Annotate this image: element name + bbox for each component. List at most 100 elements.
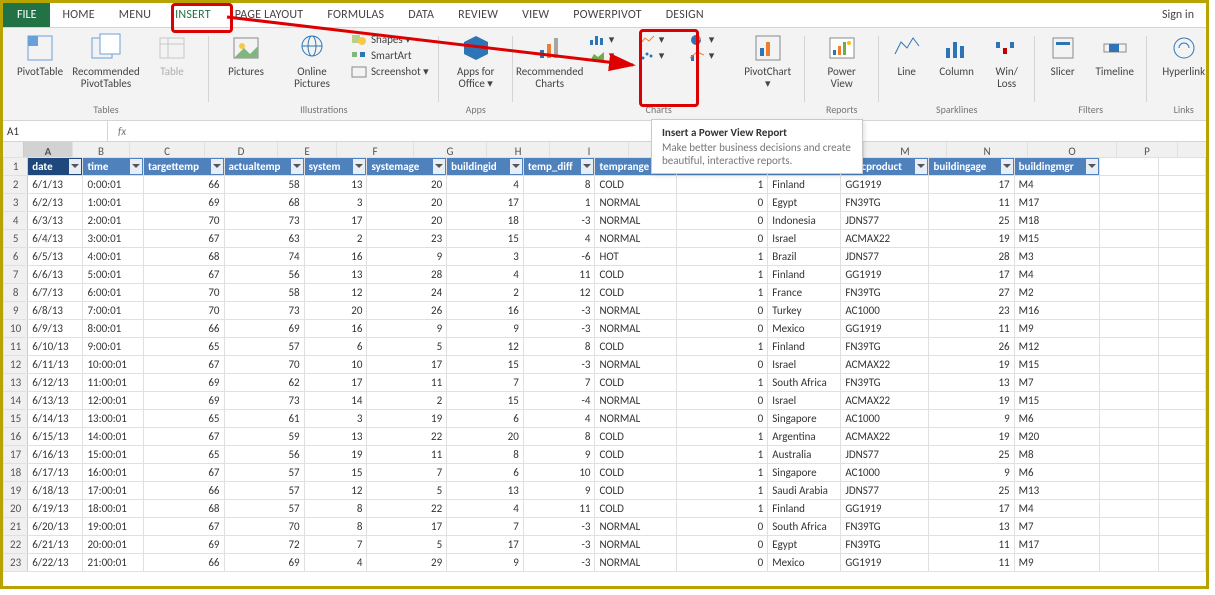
cell[interactable]: 16:00:01 xyxy=(83,464,144,482)
cell[interactable]: 15 xyxy=(447,392,524,410)
cell[interactable]: 17:00:01 xyxy=(83,482,144,500)
cell[interactable]: 8 xyxy=(523,338,595,356)
cell[interactable]: 25 xyxy=(929,446,1014,464)
cell[interactable]: 68 xyxy=(224,194,304,212)
cell[interactable]: -3 xyxy=(523,518,595,536)
cell[interactable]: 8:00:01 xyxy=(83,320,144,338)
cell[interactable]: 9:00:01 xyxy=(83,338,144,356)
cell[interactable]: 5 xyxy=(367,536,447,554)
row-number[interactable]: 1 xyxy=(4,158,28,176)
cell[interactable]: -3 xyxy=(523,302,595,320)
chart-line-button[interactable]: ▾ xyxy=(635,32,683,47)
cell[interactable]: COLD xyxy=(595,446,677,464)
cell[interactable]: 15 xyxy=(304,464,367,482)
cell[interactable]: 20 xyxy=(367,194,447,212)
fx-label[interactable]: fx xyxy=(108,125,136,138)
cell[interactable]: 66 xyxy=(144,554,225,572)
cell[interactable]: 0:00:01 xyxy=(83,176,144,194)
cell[interactable]: 0 xyxy=(677,554,768,572)
shapes-button[interactable]: Shapes ▾ xyxy=(347,32,433,47)
screenshot-button[interactable]: Screenshot ▾ xyxy=(347,64,433,79)
cell[interactable]: M8 xyxy=(1014,446,1099,464)
filter-dropdown[interactable] xyxy=(1086,159,1098,174)
cell[interactable]: 61 xyxy=(224,410,304,428)
cell[interactable]: 0 xyxy=(677,230,768,248)
cell[interactable]: M3 xyxy=(1014,248,1099,266)
cell[interactable]: 6/21/13 xyxy=(28,536,83,554)
cell[interactable]: 5 xyxy=(367,482,447,500)
cell[interactable]: 26 xyxy=(929,338,1014,356)
cell[interactable]: 14 xyxy=(304,392,367,410)
filter-dropdown[interactable] xyxy=(581,159,593,174)
filter-dropdown[interactable] xyxy=(69,159,81,174)
cell[interactable]: 1 xyxy=(677,248,768,266)
cell[interactable]: 74 xyxy=(224,248,304,266)
tab-home[interactable]: HOME xyxy=(50,3,106,27)
cell[interactable]: -3 xyxy=(523,536,595,554)
cell[interactable]: 1 xyxy=(677,482,768,500)
cell[interactable]: 70 xyxy=(224,356,304,374)
cell[interactable]: 11 xyxy=(929,320,1014,338)
cell[interactable]: 22 xyxy=(367,428,447,446)
cell[interactable]: 6 xyxy=(447,410,524,428)
cell[interactable]: 6/20/13 xyxy=(28,518,83,536)
cell[interactable]: 20:00:01 xyxy=(83,536,144,554)
cell[interactable]: 25 xyxy=(929,212,1014,230)
cell[interactable]: 62 xyxy=(224,374,304,392)
cell[interactable]: 59 xyxy=(224,428,304,446)
filter-dropdown[interactable] xyxy=(510,159,522,174)
cell[interactable]: 13 xyxy=(304,428,367,446)
cell[interactable]: 17 xyxy=(447,536,524,554)
cell[interactable]: COLD xyxy=(595,374,677,392)
row-number[interactable]: 23 xyxy=(4,554,28,572)
cell[interactable]: 15 xyxy=(447,230,524,248)
row-number[interactable]: 5 xyxy=(4,230,28,248)
table-header-temp_diff[interactable]: temp_diff xyxy=(523,158,595,176)
pivottable-button[interactable]: PivotTable xyxy=(9,30,71,78)
cell[interactable]: JDNS77 xyxy=(841,446,929,464)
cell[interactable]: 9 xyxy=(367,248,447,266)
cell[interactable]: FN39TG xyxy=(841,518,929,536)
cell[interactable]: 14:00:01 xyxy=(83,428,144,446)
cell[interactable]: 20 xyxy=(367,176,447,194)
cell[interactable]: 28 xyxy=(367,266,447,284)
cell[interactable]: 6/19/13 xyxy=(28,500,83,518)
cell[interactable]: 27 xyxy=(929,284,1014,302)
cell[interactable]: 68 xyxy=(144,500,225,518)
cell[interactable]: Saudi Arabia xyxy=(768,482,841,500)
worksheet-table[interactable]: 1datetimetargettempactualtempsystemsyste… xyxy=(3,157,1206,572)
cell[interactable]: 6:00:01 xyxy=(83,284,144,302)
cell[interactable]: M18 xyxy=(1014,212,1099,230)
cell[interactable]: M15 xyxy=(1014,356,1099,374)
cell[interactable]: 18 xyxy=(447,212,524,230)
cell[interactable]: JDNS77 xyxy=(841,212,929,230)
cell[interactable]: 19 xyxy=(929,230,1014,248)
cell[interactable]: 6/18/13 xyxy=(28,482,83,500)
cell[interactable]: 6/12/13 xyxy=(28,374,83,392)
cell[interactable]: NORMAL xyxy=(595,194,677,212)
cell[interactable]: JDNS77 xyxy=(841,248,929,266)
cell[interactable]: 7:00:01 xyxy=(83,302,144,320)
row-number[interactable]: 13 xyxy=(4,374,28,392)
cell[interactable]: 1 xyxy=(677,266,768,284)
cell[interactable]: 19 xyxy=(367,410,447,428)
cell[interactable]: 6/3/13 xyxy=(28,212,83,230)
cell[interactable]: 19 xyxy=(304,446,367,464)
cell[interactable]: 17 xyxy=(929,176,1014,194)
row-number[interactable]: 2 xyxy=(4,176,28,194)
filter-dropdown[interactable] xyxy=(915,159,927,174)
cell[interactable]: 70 xyxy=(144,212,225,230)
row-number[interactable]: 20 xyxy=(4,500,28,518)
cell[interactable]: 29 xyxy=(367,554,447,572)
spark-column-button[interactable]: Column xyxy=(933,30,981,78)
cell[interactable]: M15 xyxy=(1014,392,1099,410)
cell[interactable]: Finland xyxy=(768,338,841,356)
table-header-system[interactable]: system xyxy=(304,158,367,176)
cell[interactable]: 26 xyxy=(367,302,447,320)
cell[interactable]: M17 xyxy=(1014,536,1099,554)
cell[interactable]: 24 xyxy=(367,284,447,302)
cell[interactable]: 2 xyxy=(447,284,524,302)
cell[interactable]: 16 xyxy=(304,248,367,266)
cell[interactable]: 18:00:01 xyxy=(83,500,144,518)
cell[interactable]: 6/11/13 xyxy=(28,356,83,374)
